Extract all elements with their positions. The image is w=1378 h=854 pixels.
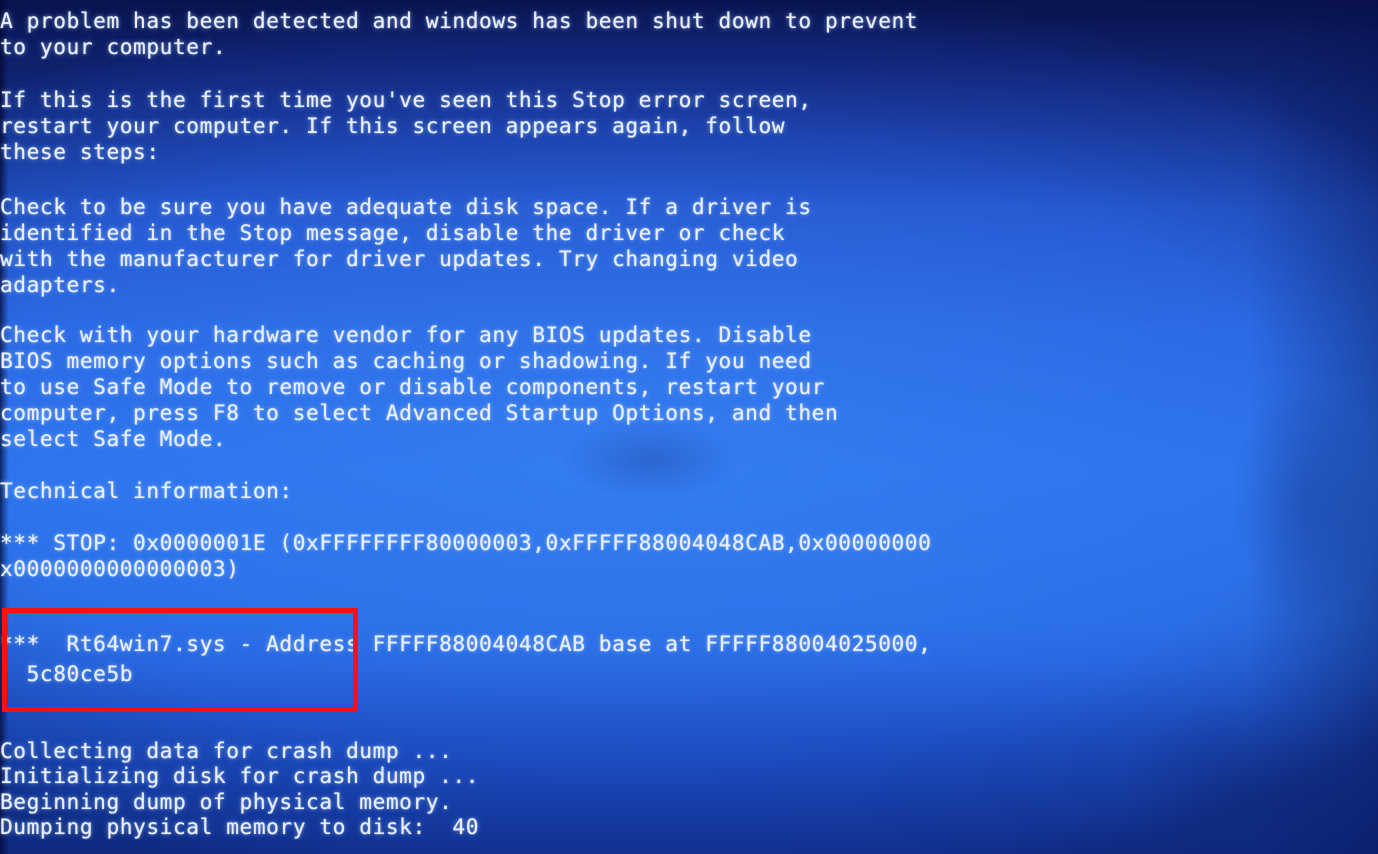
dump-line-1: Collecting data for crash dump ... bbox=[0, 738, 453, 763]
disk-check-line-2: identified in the Stop message, disable … bbox=[0, 220, 786, 245]
bios-check-line-4: computer, press F8 to select Advanced St… bbox=[0, 400, 839, 425]
bsod-screen: A problem has been detected and windows … bbox=[0, 0, 1378, 854]
faulting-driver-line-1: *** Rt64win7.sys - Address FFFFF88004048… bbox=[0, 631, 932, 656]
intro-line-2: to your computer. bbox=[0, 34, 227, 59]
first-time-line-1: If this is the first time you've seen th… bbox=[0, 87, 812, 112]
faulting-driver-line-2: 5c80ce5b bbox=[0, 661, 134, 686]
bios-check-line-3: to use Safe Mode to remove or disable co… bbox=[0, 374, 825, 399]
dump-line-2: Initializing disk for crash dump ... bbox=[0, 763, 480, 788]
technical-information-heading: Technical information: bbox=[0, 478, 293, 503]
disk-check-line-3: with the manufacturer for driver updates… bbox=[0, 246, 799, 271]
bsod-text: A problem has been detected and windows … bbox=[0, 0, 1378, 854]
first-time-line-2: restart your computer. If this screen ap… bbox=[0, 113, 786, 138]
first-time-line-3: these steps: bbox=[0, 139, 160, 164]
intro-line-1: A problem has been detected and windows … bbox=[0, 8, 919, 33]
bios-check-line-2: BIOS memory options such as caching or s… bbox=[0, 348, 812, 373]
disk-check-line-4: adapters. bbox=[0, 272, 120, 297]
dump-line-4: Dumping physical memory to disk: 40 bbox=[0, 814, 480, 839]
disk-check-line-1: Check to be sure you have adequate disk … bbox=[0, 194, 812, 219]
bios-check-line-1: Check with your hardware vendor for any … bbox=[0, 322, 812, 347]
stop-code-line-2: x0000000000000003) bbox=[0, 556, 240, 581]
dump-line-3: Beginning dump of physical memory. bbox=[0, 789, 453, 814]
bios-check-line-5: select Safe Mode. bbox=[0, 426, 227, 451]
stop-code-line-1: *** STOP: 0x0000001E (0xFFFFFFFF80000003… bbox=[0, 530, 932, 555]
